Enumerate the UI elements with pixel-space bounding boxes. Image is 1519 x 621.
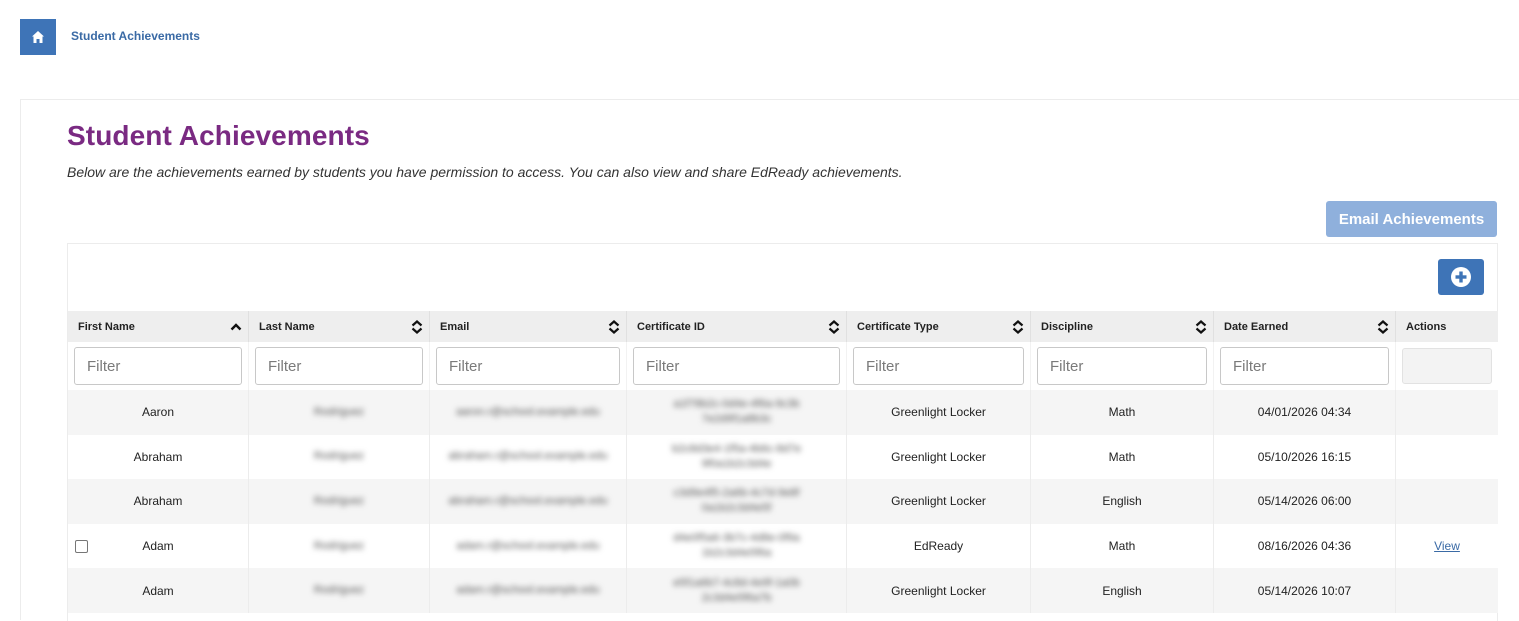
cell-discipline: Math: [1031, 390, 1214, 435]
cell-certificate-id: d4e0f5a6-3b7c-4d8e-0f9a 1b2c3d4e5f6a: [673, 532, 800, 560]
cell-actions: [1396, 435, 1498, 480]
column-header-label: Last Name: [259, 320, 315, 333]
cell-first-name: Adam: [142, 539, 174, 554]
breadcrumb[interactable]: Student Achievements: [71, 29, 200, 43]
cell-certificate-id: a1f78b2c-0d4e-4f6a-9c3b 7e2d9f1a8b3c: [673, 398, 800, 426]
sort-icon[interactable]: [411, 320, 423, 334]
table-row[interactable]: Aaron Rodriguez aaron.r@school.example.e…: [68, 390, 1498, 435]
filter-certificate-id[interactable]: [633, 347, 840, 385]
cell-email: adam.r@school.example.edu: [456, 584, 600, 597]
page-description: Below are the achievements earned by stu…: [67, 164, 903, 180]
cell-email: aaron.r@school.example.edu: [456, 405, 600, 418]
cell-email: abraham.r@school.example.edu: [448, 494, 608, 507]
cell-last-name: Rodriguez: [313, 450, 365, 463]
sort-ascending-icon[interactable]: [230, 320, 242, 334]
cell-first-name: Abraham: [68, 479, 249, 524]
cell-date-earned: 05/10/2026 16:15: [1214, 434, 1396, 480]
cell-discipline: English: [1031, 479, 1214, 524]
cell-date-earned: 08/16/2026 04:36: [1214, 523, 1396, 569]
cell-certificate-type: Greenlight Locker: [847, 434, 1031, 480]
cell-discipline: English: [1031, 568, 1214, 613]
cell-date-earned: 05/14/2026 06:00: [1214, 479, 1396, 524]
sort-icon[interactable]: [608, 320, 620, 334]
table-row[interactable]: Adam Rodriguez adam.r@school.example.edu…: [68, 523, 1498, 569]
column-header-label: Date Earned: [1224, 320, 1289, 333]
cell-last-name: Rodriguez: [313, 584, 365, 597]
cell-certificate-type: EdReady: [847, 523, 1031, 569]
cell-first-name: Aaron: [68, 390, 249, 435]
column-header-last-name[interactable]: Last Name: [249, 311, 430, 342]
cell-discipline: Math: [1031, 523, 1214, 569]
cell-certificate-type: Greenlight Locker: [847, 390, 1031, 435]
cell-certificate-id: b2c8d3e4-1f5a-4b6c-8d7e 9f0a1b2c3d4e: [671, 442, 802, 470]
filter-first-name[interactable]: [74, 347, 242, 385]
filter-discipline[interactable]: [1037, 347, 1207, 385]
sort-icon[interactable]: [828, 320, 840, 334]
cell-certificate-type: Greenlight Locker: [847, 568, 1031, 613]
cell-certificate-id: e5f1a6b7-4c8d-4e9f-1a0b 2c3d4e5f6a7b: [673, 576, 800, 604]
page-title: Student Achievements: [67, 120, 370, 151]
column-header-first-name[interactable]: First Name: [68, 311, 249, 342]
column-header-date-earned[interactable]: Date Earned: [1214, 311, 1396, 342]
cell-certificate-id: c3d9e4f5-2a6b-4c7d-9e8f 0a1b2c3d4e5f: [673, 487, 800, 515]
achievements-table: First Name Last Name Email Certificate I…: [68, 311, 1498, 613]
cell-actions: [1396, 568, 1498, 613]
cell-last-name: Rodriguez: [313, 494, 365, 507]
cell-last-name: Rodriguez: [313, 539, 365, 552]
home-icon: [32, 31, 44, 43]
column-header-email[interactable]: Email: [430, 311, 627, 342]
cell-first-name: Abraham: [68, 434, 249, 480]
sort-icon[interactable]: [1012, 320, 1024, 334]
cell-discipline: Math: [1031, 434, 1214, 480]
column-header-label: Certificate Type: [857, 320, 939, 333]
column-header-label: Email: [440, 320, 470, 333]
cell-email: abraham.r@school.example.edu: [448, 450, 608, 463]
table-row[interactable]: Abraham Rodriguez abraham.r@school.examp…: [68, 434, 1498, 480]
column-header-label: Actions: [1406, 320, 1447, 333]
cell-email: adam.r@school.example.edu: [456, 539, 600, 552]
cell-date-earned: 05/14/2026 10:07: [1214, 568, 1396, 613]
cell-first-name: Adam: [68, 568, 249, 613]
filter-row: [68, 342, 1498, 390]
column-header-actions: Actions: [1396, 311, 1498, 342]
column-header-certificate-type[interactable]: Certificate Type: [847, 311, 1031, 342]
main-panel: Student Achievements Below are the achie…: [20, 99, 1519, 621]
header-row: First Name Last Name Email Certificate I…: [68, 311, 1498, 342]
home-button[interactable]: [20, 19, 56, 55]
top-bar: Student Achievements: [0, 0, 1519, 100]
column-header-label: Discipline: [1041, 320, 1093, 333]
view-link[interactable]: View: [1434, 539, 1460, 553]
column-header-label: First Name: [78, 320, 135, 333]
filter-last-name[interactable]: [255, 347, 423, 385]
filter-date-earned[interactable]: [1220, 347, 1389, 385]
sort-icon[interactable]: [1377, 320, 1389, 334]
cell-certificate-type: Greenlight Locker: [847, 479, 1031, 524]
achievements-grid: First Name Last Name Email Certificate I…: [67, 243, 1498, 621]
filter-certificate-type[interactable]: [853, 347, 1024, 385]
add-button[interactable]: [1438, 259, 1484, 295]
sort-icon[interactable]: [1195, 320, 1207, 334]
table-row[interactable]: Adam Rodriguez adam.r@school.example.edu…: [68, 568, 1498, 613]
cell-actions: [1396, 390, 1498, 435]
filter-email[interactable]: [436, 347, 620, 385]
column-header-label: Certificate ID: [637, 320, 705, 333]
column-header-discipline[interactable]: Discipline: [1031, 311, 1214, 342]
table-row[interactable]: Abraham Rodriguez abraham.r@school.examp…: [68, 479, 1498, 524]
cell-last-name: Rodriguez: [313, 405, 365, 418]
plus-circle-icon: [1451, 267, 1471, 287]
column-header-certificate-id[interactable]: Certificate ID: [627, 311, 847, 342]
cell-date-earned: 04/01/2026 04:34: [1214, 390, 1396, 435]
filter-actions-disabled: [1402, 348, 1492, 384]
email-achievements-button[interactable]: Email Achievements: [1326, 201, 1497, 237]
cell-actions: [1396, 479, 1498, 524]
row-select-checkbox[interactable]: [75, 539, 88, 553]
